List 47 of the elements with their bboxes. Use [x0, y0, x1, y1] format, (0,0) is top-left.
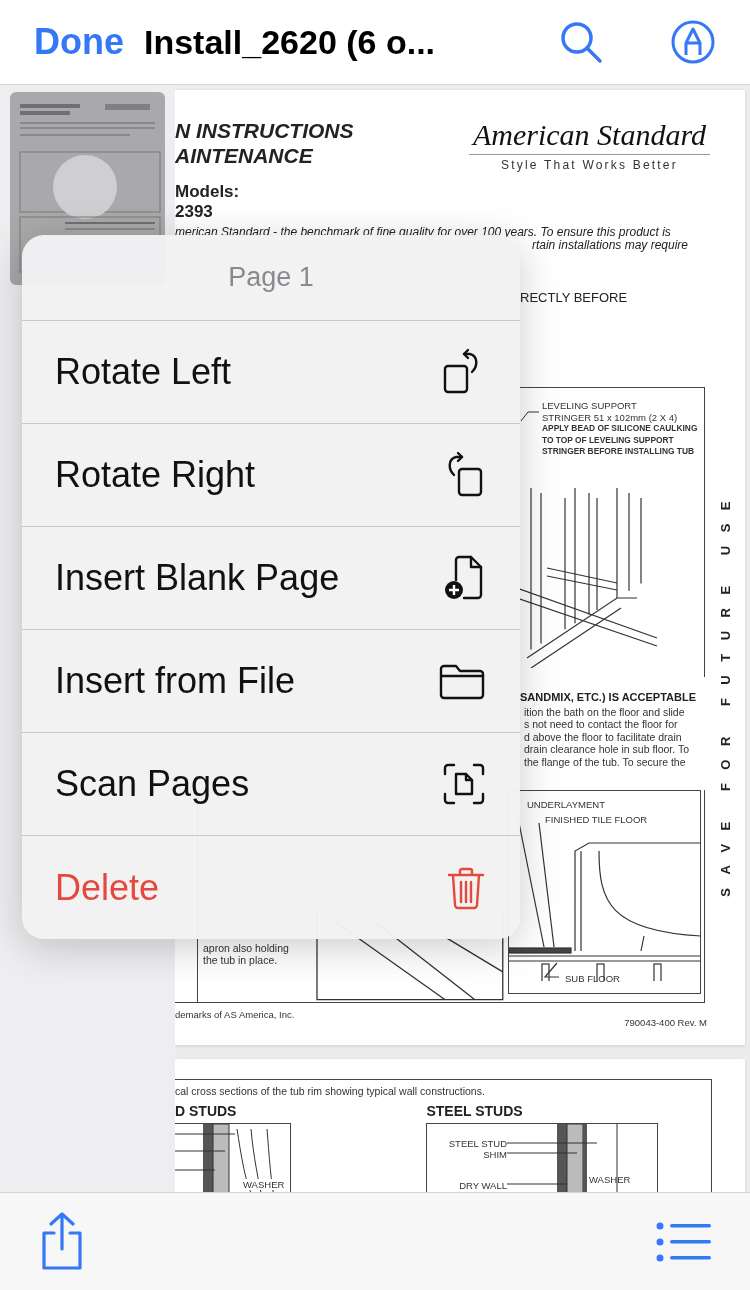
diagram-label: DRY WALL	[459, 1180, 507, 1191]
document-number: 790043-400 Rev. M	[624, 1017, 707, 1029]
markup-button[interactable]	[670, 19, 716, 65]
section-text: ition the bath on the floor and slide s not need to contact the floor for d above the floor to facilitate drain drain clearance hole in sub floor. To the flange of the tub. To secure the	[524, 706, 690, 769]
menu-item[interactable]: Insert Blank Page	[22, 527, 520, 630]
menu-item[interactable]: Rotate Right	[22, 424, 520, 527]
leader-line	[543, 962, 560, 978]
diagram-note: TO TOP OF LEVELING SUPPORT	[542, 434, 675, 446]
trademark-text: demarks of AS America, Inc.	[175, 1009, 295, 1023]
side-note: SAVE FOR FUTURE USE	[717, 487, 733, 897]
list-icon	[656, 1221, 712, 1263]
step-text: RECTLY BEFORE	[520, 290, 629, 305]
diagram-label: SHIM	[483, 1149, 507, 1160]
menu-item[interactable]: Delete	[22, 836, 520, 939]
figure-caption: cal cross sections of the tub rim showing typical wall constructions.	[175, 1085, 486, 1097]
diagram-note: STRINGER BEFORE INSTALLING TUB	[542, 446, 695, 458]
diagram-label: FINISHED TILE FLOOR	[545, 814, 648, 826]
diagram-label: WASHER	[589, 1174, 631, 1185]
document-heading: N INSTRUCTIONS AINTENANCE	[175, 118, 354, 169]
menu-item[interactable]: Scan Pages	[22, 733, 520, 836]
model-number: 2393	[175, 202, 214, 222]
brand-logo: American Standard	[469, 118, 710, 155]
diagram-label: STEEL STUD	[448, 1138, 507, 1149]
diagram-label: LEVELING SUPPORT	[542, 400, 638, 412]
document-title: Install_2620 (6 o...	[144, 22, 437, 62]
trash-icon	[446, 865, 486, 910]
intro-text: rtain installations may require	[531, 239, 688, 252]
leader-line	[520, 410, 540, 422]
diagram-note: APPLY BEAD OF SILICONE CAULKING	[542, 423, 699, 435]
done-button[interactable]: Done	[34, 21, 124, 63]
models-label: Models:	[175, 182, 241, 202]
figure-heading: D STUDS	[175, 1103, 237, 1119]
scan-document-icon	[442, 762, 486, 806]
diagram-label: UNDERLAYMENT	[527, 799, 605, 811]
search-icon	[558, 19, 604, 65]
menu-item[interactable]: Insert from File	[22, 630, 520, 733]
menu-item[interactable]: Rotate Left	[22, 321, 520, 424]
diagram-label: SUB FLOOR	[565, 973, 620, 985]
brand-tagline: Style That Works Better	[501, 158, 678, 172]
outline-button[interactable]	[656, 1221, 712, 1263]
diagram-label: WASHER	[243, 1179, 285, 1190]
figure-heading: STEEL STUDS	[426, 1103, 523, 1119]
apron-text: apron also holding the tub in place.	[203, 942, 290, 967]
pen-circle-icon	[670, 19, 716, 65]
search-button[interactable]	[558, 19, 604, 65]
diagram-label: STRINGER 51 x 102mm (2 X 4)	[542, 411, 679, 423]
section-heading: SANDMIX, ETC.) IS ACCEPTABLE	[520, 691, 697, 703]
